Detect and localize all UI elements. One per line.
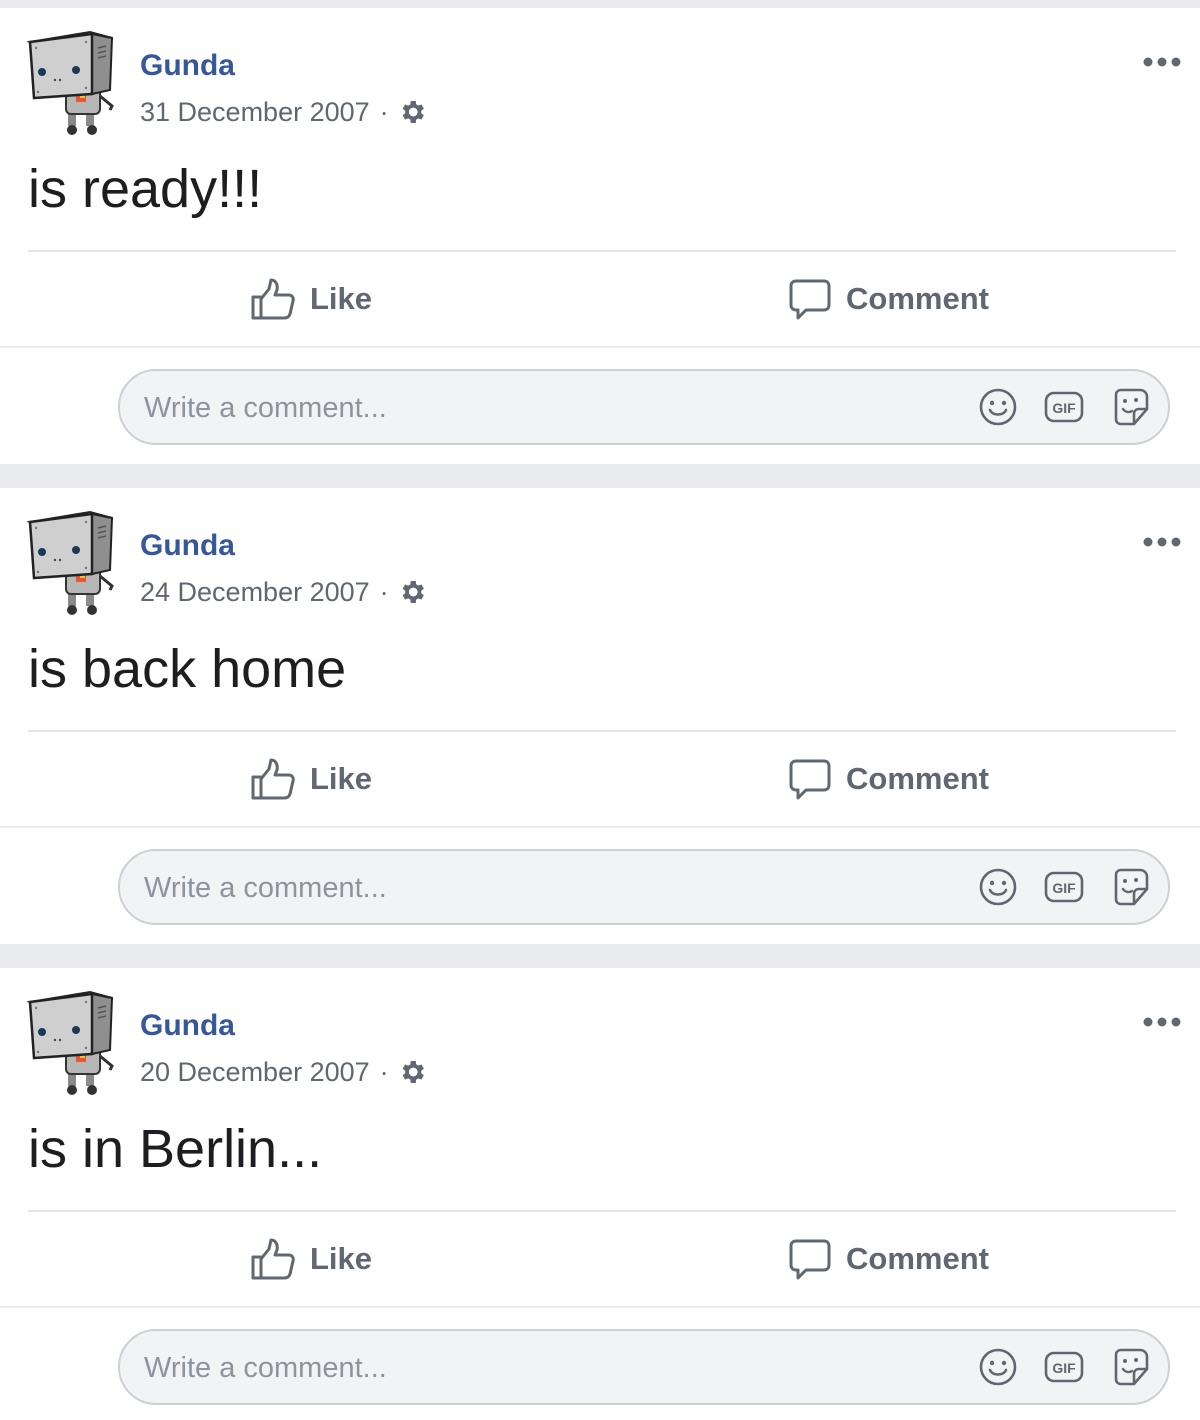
svg-text:GIF: GIF [1052,880,1076,896]
like-label: Like [310,281,373,316]
more-options-icon[interactable] [1138,522,1186,562]
post-meta: 31 December 2007 · [140,92,427,132]
gif-icon[interactable]: GIF [1044,387,1084,427]
meta-separator: · [379,1056,389,1087]
avatar[interactable] [22,500,122,620]
post-header: Gunda 20 December 2007 · [0,968,1200,1108]
post-text: is ready!!! [28,159,263,219]
author-name[interactable]: Gunda [140,46,235,86]
svg-text:GIF: GIF [1052,400,1076,416]
comment-input[interactable] [142,851,966,925]
news-feed: Gunda 31 December 2007 · is ready!!! Lik… [0,0,1200,1420]
post-date[interactable]: 24 December 2007 [140,577,370,608]
comment-label: Comment [846,1241,989,1276]
gear-icon[interactable] [397,1057,427,1087]
avatar[interactable] [22,20,122,140]
comment-composer: GIF [118,1329,1170,1405]
like-button[interactable]: Like [250,732,372,826]
gear-icon[interactable] [397,97,427,127]
comment-button[interactable]: Comment [788,252,989,346]
avatar[interactable] [22,980,122,1100]
thumbs-up-icon [251,758,295,800]
action-bar: Like Comment [0,732,1200,826]
thumbs-up-icon [251,1238,295,1280]
like-label: Like [310,1241,373,1276]
comment-input[interactable] [142,1331,966,1405]
comment-label: Comment [846,761,989,796]
more-options-icon[interactable] [1138,1002,1186,1042]
post-date[interactable]: 20 December 2007 [140,1057,370,1088]
svg-text:GIF: GIF [1052,1360,1076,1376]
like-button[interactable]: Like [250,252,372,346]
like-button[interactable]: Like [250,1212,372,1306]
post-meta: 24 December 2007 · [140,572,427,612]
post-card: Gunda 20 December 2007 · is in Berlin... [0,968,1200,1420]
comment-button[interactable]: Comment [788,732,989,826]
meta-separator: · [379,96,389,127]
sticker-icon[interactable] [1110,387,1150,427]
gif-icon[interactable]: GIF [1044,867,1084,907]
post-header: Gunda 24 December 2007 · [0,488,1200,628]
post-card: Gunda 31 December 2007 · is ready!!! Lik… [0,8,1200,464]
speech-bubble-icon [789,279,831,320]
divider [0,1306,1200,1308]
author-name[interactable]: Gunda [140,526,235,566]
post-header: Gunda 31 December 2007 · [0,8,1200,148]
action-bar: Like Comment [0,252,1200,346]
post-date[interactable]: 31 December 2007 [140,97,370,128]
author-name[interactable]: Gunda [140,1006,235,1046]
post-card: Gunda 24 December 2007 · is back home Li… [0,488,1200,944]
comment-input[interactable] [142,371,966,445]
post-text: is in Berlin... [28,1119,323,1179]
more-options-icon[interactable] [1138,42,1186,82]
thumbs-up-icon [251,278,295,320]
action-bar: Like Comment [0,1212,1200,1306]
sticker-icon[interactable] [1110,867,1150,907]
post-text: is back home [28,639,347,699]
gif-icon[interactable]: GIF [1044,1347,1084,1387]
smiley-icon[interactable] [978,1347,1018,1387]
meta-separator: · [379,576,389,607]
comment-button[interactable]: Comment [788,1212,989,1306]
like-label: Like [310,761,373,796]
post-meta: 20 December 2007 · [140,1052,427,1092]
speech-bubble-icon [789,759,831,800]
comment-label: Comment [846,281,989,316]
sticker-icon[interactable] [1110,1347,1150,1387]
smiley-icon[interactable] [978,387,1018,427]
divider [0,346,1200,348]
gear-icon[interactable] [397,577,427,607]
divider [0,826,1200,828]
speech-bubble-icon [789,1239,831,1280]
comment-composer: GIF [118,849,1170,925]
smiley-icon[interactable] [978,867,1018,907]
comment-composer: GIF [118,369,1170,445]
